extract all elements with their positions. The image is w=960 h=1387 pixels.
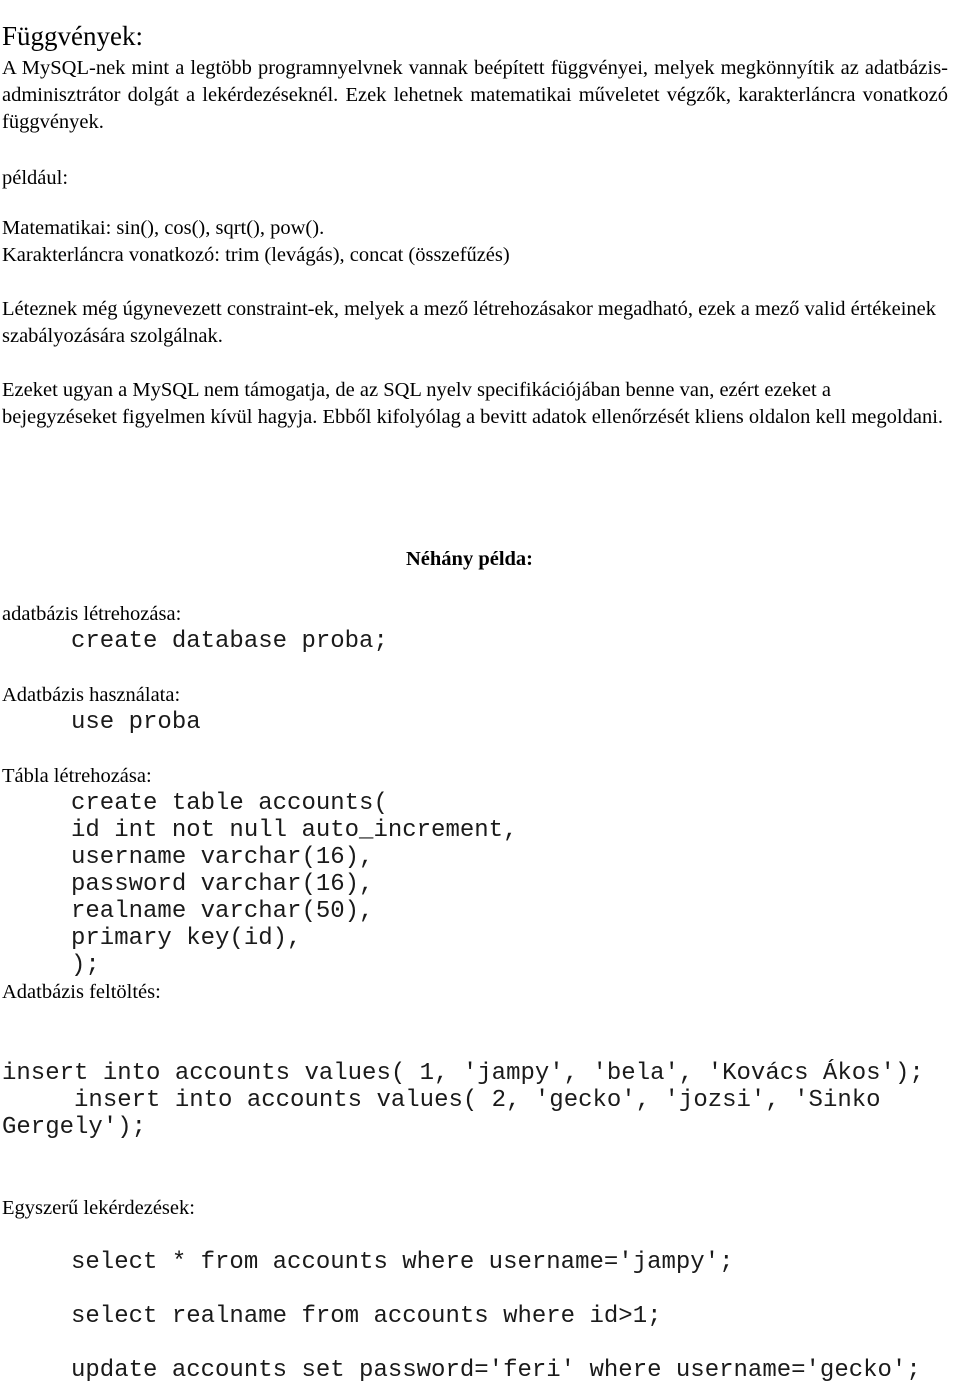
intro-paragraph: A MySQL-nek mint a legtöbb programnyelvn… [2, 57, 948, 133]
string-functions-line: Karakterláncra vonatkozó: trim (levágás)… [2, 244, 510, 266]
examples-heading: Néhány példa: [406, 548, 534, 570]
constraints-paragraph-1: Léteznek még úgynevezett constraint-ek, … [2, 298, 937, 347]
code-create-database: create database proba; [71, 628, 388, 655]
document-page: Függvények: A MySQL-nek mint a legtöbb p… [0, 0, 960, 1387]
example-label: például: [2, 167, 69, 189]
block-label-insert-data: Adatbázis feltöltés: [2, 981, 161, 1003]
block-label-use-database: Adatbázis használata: [2, 684, 181, 706]
page-title: Függvények: [2, 21, 143, 52]
block-label-create-table: Tábla létrehozása: [2, 765, 152, 787]
constraints-paragraph-2: Ezeket ugyan a MySQL nem támogatja, de a… [2, 379, 944, 428]
code-use-database: use proba [71, 709, 201, 736]
math-functions-line: Matematikai: sin(), cos(), sqrt(), pow()… [2, 217, 325, 239]
code-update-password: update accounts set password='feri' wher… [71, 1357, 921, 1384]
block-label-simple-queries: Egyszerű lekérdezések: [2, 1197, 195, 1219]
code-create-table: create table accounts( id int not null a… [71, 790, 518, 979]
code-insert-data: insert into accounts values( 1, 'jampy',… [2, 1060, 924, 1141]
code-select-realname: select realname from accounts where id>1… [71, 1303, 662, 1330]
block-label-create-database: adatbázis létrehozása: [2, 603, 182, 625]
code-select-by-username: select * from accounts where username='j… [71, 1249, 734, 1276]
